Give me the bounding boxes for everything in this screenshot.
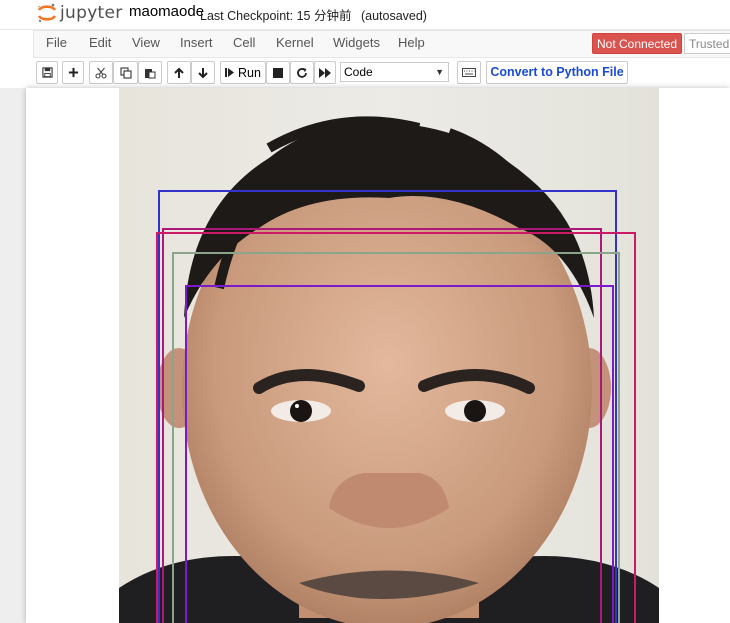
command-palette-button[interactable] [457,61,481,84]
menu-edit[interactable]: Edit [89,35,111,50]
checkpoint-label: Last Checkpoint: 15 分钟前 [200,9,352,23]
step-forward-icon [225,68,235,77]
run-button[interactable]: Run [220,61,266,84]
menu-widgets[interactable]: Widgets [333,35,380,50]
copy-button[interactable] [113,61,138,84]
trusted-indicator[interactable]: Trusted [684,33,730,54]
menu-insert[interactable]: Insert [180,35,213,50]
jupyter-logo-icon [37,3,57,23]
keyboard-icon [462,68,476,77]
checkpoint-status: Last Checkpoint: 15 分钟前 (autosaved) [200,5,427,24]
arrow-down-icon [198,67,208,78]
scissors-icon [95,67,107,79]
kernel-status-indicator[interactable]: Not Connected [592,33,683,54]
cell-type-select[interactable]: Code ▼ [340,62,449,82]
menu-kernel[interactable]: Kernel [276,35,314,50]
interrupt-kernel-button[interactable] [266,61,290,84]
run-label: Run [238,65,261,80]
restart-run-all-button[interactable] [314,61,336,84]
notebook-name[interactable]: maomaode [129,3,204,20]
menu-help[interactable]: Help [398,35,425,50]
plus-icon [68,67,78,78]
move-up-button[interactable] [167,61,191,84]
arrow-up-icon [174,67,184,78]
save-button[interactable] [36,61,58,84]
chevron-down-icon: ▼ [435,67,444,77]
move-down-button[interactable] [191,61,215,84]
output-image [119,88,659,623]
autosave-status: (autosaved) [360,9,427,23]
save-icon [41,67,53,78]
refresh-icon [297,67,307,78]
insert-cell-button[interactable] [62,61,84,84]
convert-to-python-button[interactable]: Convert to Python File [486,61,628,84]
paste-button[interactable] [138,61,162,84]
brand-text: jupyter [60,3,123,23]
paste-icon [145,68,156,78]
detection-box [185,285,614,623]
fast-forward-icon [319,67,331,78]
cut-button[interactable] [89,61,113,84]
copy-icon [119,66,132,79]
menu-view[interactable]: View [132,35,160,50]
menu-file[interactable]: File [46,35,67,50]
restart-kernel-button[interactable] [290,61,314,84]
notebook-toolbar: Run Code ▼ Convert to Python File [0,61,730,85]
stop-icon [273,67,283,78]
cell-type-value: Code [344,65,373,79]
notebook-header: jupyter maomaode Last Checkpoint: 15 分钟前… [0,0,730,88]
menu-cell[interactable]: Cell [233,35,255,50]
jupyter-brand[interactable]: jupyter [36,2,123,24]
